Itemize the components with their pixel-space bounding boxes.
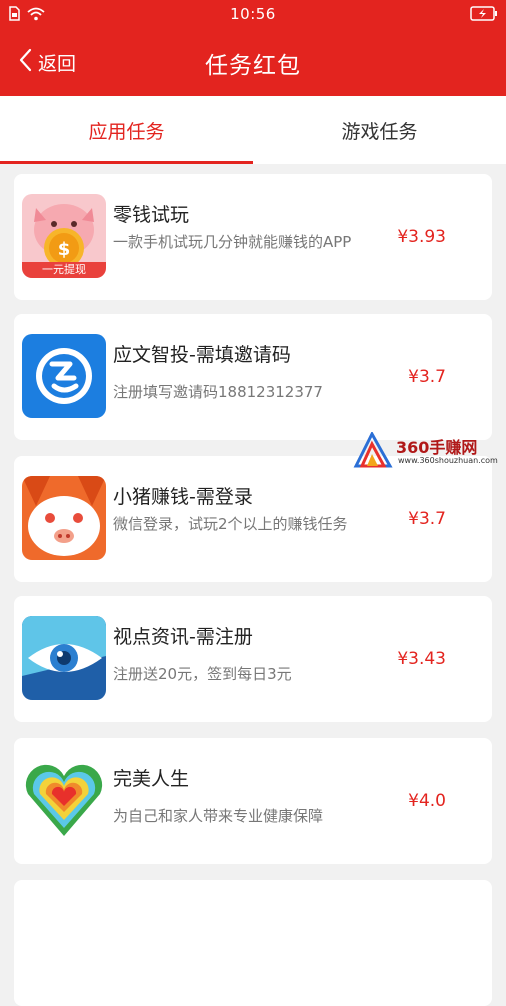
yingwen-app-icon bbox=[22, 334, 106, 418]
watermark: 360手赚网 www.360shouzhuan.com bbox=[352, 430, 504, 468]
task-name: 小猪赚钱-需登录 bbox=[113, 486, 253, 508]
back-label: 返回 bbox=[38, 52, 77, 75]
task-price: ¥3.7 bbox=[408, 509, 446, 529]
piggy-coin-app-icon: $ 一元提现 bbox=[22, 194, 106, 278]
task-price: ¥3.43 bbox=[397, 649, 446, 669]
task-card[interactable]: 完美人生 为自己和家人带来专业健康保障 ¥4.0 bbox=[14, 738, 492, 864]
task-description: 注册送20元，签到每日3元 bbox=[113, 665, 292, 683]
watermark-url: www.360shouzhuan.com bbox=[398, 456, 498, 465]
task-card[interactable] bbox=[14, 880, 492, 1006]
task-card[interactable]: $ 一元提现 零钱试玩 一款手机试玩几分钟就能赚钱的APP ¥3.93 bbox=[14, 174, 492, 300]
task-name: 零钱试玩 bbox=[113, 204, 190, 226]
task-name: 完美人生 bbox=[113, 768, 190, 790]
eye-app-icon bbox=[22, 616, 106, 700]
nav-bar: 返回 任务红包 bbox=[0, 28, 506, 96]
rainbow-heart-app-icon bbox=[22, 758, 106, 842]
watermark-logo-icon bbox=[352, 430, 394, 472]
task-price: ¥3.93 bbox=[397, 227, 446, 247]
chevron-left-icon bbox=[18, 48, 32, 76]
task-card[interactable]: 视点资讯-需注册 注册送20元，签到每日3元 ¥3.43 bbox=[14, 596, 492, 722]
task-description: 为自己和家人带来专业健康保障 bbox=[113, 807, 324, 825]
task-price: ¥3.7 bbox=[408, 367, 446, 387]
status-time: 10:56 bbox=[230, 5, 276, 23]
piggy-face-app-icon bbox=[22, 476, 106, 560]
task-card[interactable]: 应文智投-需填邀请码 注册填写邀请码18812312377 ¥3.7 bbox=[14, 314, 492, 440]
task-description: 一款手机试玩几分钟就能赚钱的APP bbox=[113, 233, 352, 251]
task-name: 视点资讯-需注册 bbox=[113, 626, 253, 648]
tab-app-tasks[interactable]: 应用任务 bbox=[0, 96, 253, 164]
status-bar: 10:56 bbox=[0, 0, 506, 28]
watermark-title: 360手赚网 bbox=[396, 438, 478, 457]
task-description: 注册填写邀请码18812312377 bbox=[113, 383, 323, 401]
task-card[interactable]: 小猪赚钱-需登录 微信登录，试玩2个以上的赚钱任务 ¥3.7 bbox=[14, 456, 492, 582]
task-price: ¥4.0 bbox=[408, 791, 446, 811]
back-button[interactable]: 返回 bbox=[18, 46, 76, 78]
tab-game-tasks[interactable]: 游戏任务 bbox=[253, 96, 506, 164]
tab-bar: 应用任务 游戏任务 bbox=[0, 96, 506, 164]
task-name: 应文智投-需填邀请码 bbox=[113, 344, 291, 366]
svg-text:$: $ bbox=[58, 239, 71, 260]
battery-charging-icon bbox=[470, 6, 498, 25]
task-description: 微信登录，试玩2个以上的赚钱任务 bbox=[113, 515, 348, 533]
icon-caption: 一元提现 bbox=[42, 263, 86, 276]
